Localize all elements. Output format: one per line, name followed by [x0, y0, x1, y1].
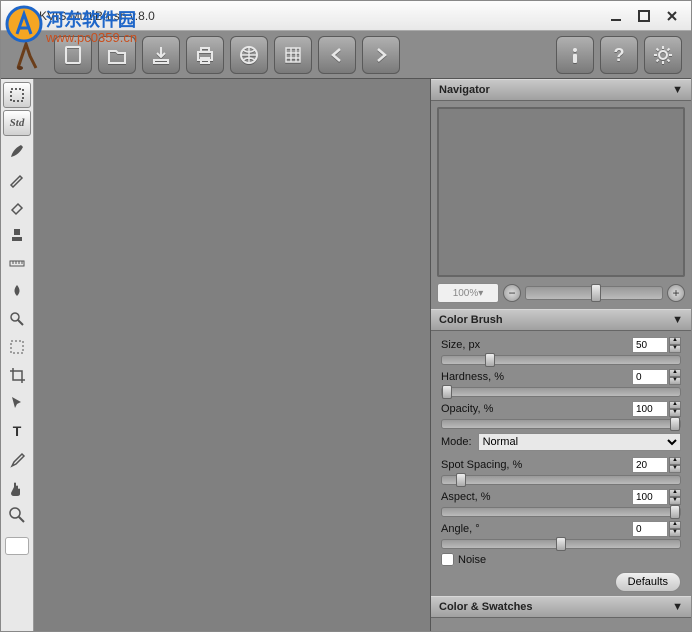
new-button[interactable]: [54, 36, 92, 74]
prev-button[interactable]: [318, 36, 356, 74]
save-button[interactable]: [142, 36, 180, 74]
print-button[interactable]: [186, 36, 224, 74]
tool-zoom[interactable]: [3, 306, 31, 332]
opacity-slider[interactable]: [441, 419, 681, 429]
canvas-area[interactable]: [34, 79, 431, 631]
navigator-preview[interactable]: [437, 107, 685, 277]
tool-eraser[interactable]: [3, 194, 31, 220]
titlebar: AKVIS MultiBrush v.8.0: [1, 1, 691, 31]
tool-hand[interactable]: [3, 474, 31, 500]
noise-label: Noise: [458, 554, 486, 566]
spin-up[interactable]: ▲: [669, 369, 681, 377]
mode-label: Mode:: [441, 436, 472, 448]
spacing-label: Spot Spacing, %: [441, 459, 522, 471]
navigator-title: Navigator: [439, 84, 490, 96]
zoom-slider[interactable]: [525, 286, 663, 300]
spin-down[interactable]: ▼: [669, 409, 681, 417]
hardness-label: Hardness, %: [441, 371, 504, 383]
spin-up[interactable]: ▲: [669, 337, 681, 345]
spin-down[interactable]: ▼: [669, 465, 681, 473]
hardness-input[interactable]: [632, 369, 668, 385]
spin-up[interactable]: ▲: [669, 401, 681, 409]
size-label: Size, px: [441, 339, 480, 351]
panels-area: Navigator ▼ 100% ▾ − + Color Brush ▼ Siz…: [431, 79, 691, 631]
tool-eyedropper[interactable]: [3, 446, 31, 472]
svg-text:?: ?: [614, 45, 625, 65]
open-button[interactable]: [98, 36, 136, 74]
mode-select[interactable]: Normal: [478, 433, 681, 451]
main-toolbar: ?: [1, 31, 691, 79]
zoom-in-button[interactable]: +: [667, 284, 685, 302]
tool-selection[interactable]: [3, 82, 31, 108]
tool-ruler[interactable]: [3, 250, 31, 276]
angle-input[interactable]: [632, 521, 668, 537]
spin-down[interactable]: ▼: [669, 529, 681, 537]
collapse-icon[interactable]: ▼: [672, 84, 683, 96]
tool-text[interactable]: T: [3, 418, 31, 444]
spin-up[interactable]: ▲: [669, 489, 681, 497]
spin-down[interactable]: ▼: [669, 345, 681, 353]
swatches-header[interactable]: Color & Swatches ▼: [431, 596, 691, 618]
app-icon: [7, 7, 25, 25]
tool-pencil[interactable]: [3, 166, 31, 192]
tool-magnifier[interactable]: [3, 502, 31, 528]
angle-slider[interactable]: [441, 539, 681, 549]
help-button[interactable]: ?: [600, 36, 638, 74]
tool-marquee[interactable]: [3, 334, 31, 360]
spacing-slider[interactable]: [441, 475, 681, 485]
color-swatch[interactable]: [5, 537, 29, 555]
color-brush-title: Color Brush: [439, 314, 503, 326]
zoom-out-button[interactable]: −: [503, 284, 521, 302]
collapse-icon[interactable]: ▼: [672, 314, 683, 326]
tool-droplet[interactable]: [3, 278, 31, 304]
spin-up[interactable]: ▲: [669, 457, 681, 465]
web-button[interactable]: [230, 36, 268, 74]
grid-button[interactable]: [274, 36, 312, 74]
hardness-slider[interactable]: [441, 387, 681, 397]
tool-crop[interactable]: [3, 362, 31, 388]
app-logo-icon: [10, 36, 48, 74]
aspect-input[interactable]: [632, 489, 668, 505]
noise-checkbox[interactable]: [441, 553, 454, 566]
tool-sidebar: Std T: [1, 79, 34, 631]
swatches-title: Color & Swatches: [439, 601, 533, 613]
collapse-icon[interactable]: ▼: [672, 601, 683, 613]
settings-button[interactable]: [644, 36, 682, 74]
minimize-button[interactable]: [603, 7, 629, 25]
next-button[interactable]: [362, 36, 400, 74]
tool-brush[interactable]: [3, 138, 31, 164]
zoom-value[interactable]: 100% ▾: [437, 283, 499, 303]
aspect-slider[interactable]: [441, 507, 681, 517]
window-title: AKVIS MultiBrush v.8.0: [31, 9, 601, 23]
size-slider[interactable]: [441, 355, 681, 365]
svg-text:T: T: [13, 423, 22, 439]
angle-label: Angle, °: [441, 523, 480, 535]
size-input[interactable]: [632, 337, 668, 353]
close-button[interactable]: [659, 7, 685, 25]
color-brush-header[interactable]: Color Brush ▼: [431, 309, 691, 331]
navigator-header[interactable]: Navigator ▼: [431, 79, 691, 101]
spin-down[interactable]: ▼: [669, 497, 681, 505]
tool-stamp[interactable]: [3, 222, 31, 248]
info-button[interactable]: [556, 36, 594, 74]
tool-pointer[interactable]: [3, 390, 31, 416]
tool-std[interactable]: Std: [3, 110, 31, 136]
opacity-label: Opacity, %: [441, 403, 493, 415]
defaults-button[interactable]: Defaults: [615, 572, 681, 592]
spin-down[interactable]: ▼: [669, 377, 681, 385]
opacity-input[interactable]: [632, 401, 668, 417]
spin-up[interactable]: ▲: [669, 521, 681, 529]
aspect-label: Aspect, %: [441, 491, 491, 503]
spacing-input[interactable]: [632, 457, 668, 473]
maximize-button[interactable]: [631, 7, 657, 25]
